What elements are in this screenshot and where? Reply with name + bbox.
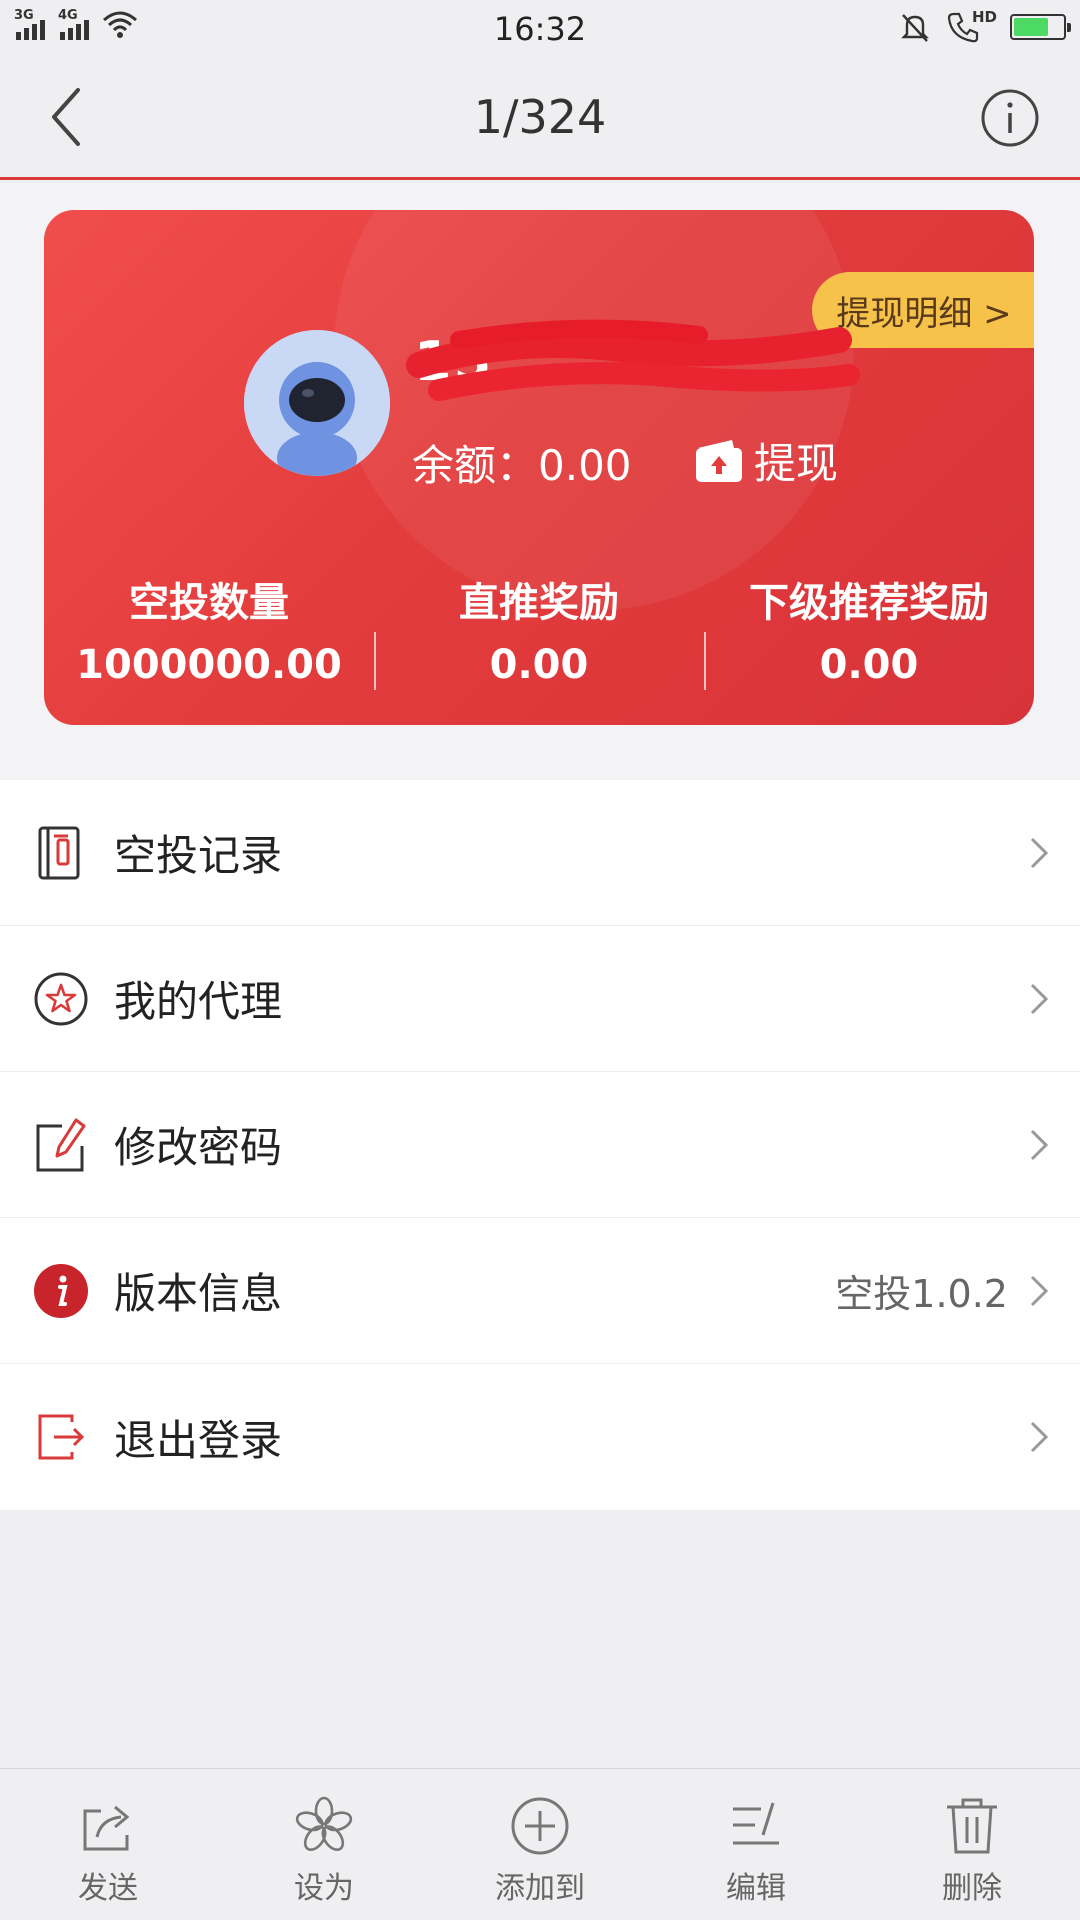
star-circle-icon	[34, 972, 88, 1025]
menu-item-logout[interactable]: 退出登录	[0, 1364, 1080, 1510]
toolbar-label: 添加到	[495, 1871, 585, 1906]
status-bar: 3G 4G 16:32 HD	[0, 0, 1080, 60]
hd-label: HD	[972, 8, 998, 26]
menu-label: 退出登录	[114, 1415, 283, 1465]
balance-text: 余额：0.00	[412, 441, 632, 490]
toolbar-send-button[interactable]: 发送	[0, 1769, 216, 1920]
toolbar-label: 删除	[942, 1871, 1002, 1906]
chevron-right-icon	[1030, 1421, 1049, 1453]
bottom-toolbar: 发送 设为 添加到 编辑 删除	[0, 1768, 1080, 1920]
info-icon[interactable]	[980, 88, 1040, 148]
stat-direct-reward: 直推奖励 0.00	[374, 570, 704, 690]
stat-label: 空投数量	[129, 580, 289, 626]
chevron-right-icon	[1030, 983, 1049, 1014]
menu-label: 我的代理	[114, 977, 283, 1026]
nav-bar: 1/324	[0, 60, 1080, 180]
stat-label: 下级推荐奖励	[749, 580, 989, 626]
info-circle-icon	[34, 1263, 88, 1318]
record-book-icon	[38, 826, 80, 879]
stat-value: 1000000.00	[76, 642, 342, 688]
menu-list: 空投记录 我的代理 修改密码 版本信息 空投1.0.2 退出登录	[0, 780, 1080, 1510]
stat-value: 0.00	[489, 642, 589, 688]
edit-pen-icon	[36, 1118, 86, 1171]
battery-icon	[1010, 14, 1071, 40]
menu-item-airdrop-records[interactable]: 空投记录	[0, 780, 1080, 926]
share-icon	[83, 1805, 130, 1851]
edit-lines-icon	[733, 1802, 779, 1845]
toolbar-add-to-button[interactable]: 添加到	[432, 1769, 648, 1920]
avatar	[244, 330, 390, 476]
stat-sub-reward: 下级推荐奖励 0.00	[704, 570, 1034, 690]
flower-icon	[295, 1796, 353, 1851]
chevron-right-icon	[1030, 837, 1049, 868]
menu-label: 修改密码	[114, 1123, 283, 1172]
chevron-right-icon	[1030, 1129, 1049, 1160]
menu-item-change-password[interactable]: 修改密码	[0, 1072, 1080, 1218]
trash-icon	[947, 1798, 997, 1854]
menu-label: 空投记录	[114, 831, 283, 880]
toolbar-delete-button[interactable]: 删除	[864, 1769, 1080, 1920]
stat-value: 0.00	[819, 642, 919, 688]
toolbar-label: 设为	[294, 1871, 354, 1906]
wallet-upload-icon	[696, 439, 742, 482]
withdraw-label: 提现	[754, 439, 839, 488]
menu-label: 版本信息	[114, 1269, 283, 1318]
hd-call-icon: HD	[946, 8, 998, 44]
withdraw-button[interactable]: 提现	[694, 430, 838, 491]
bell-muted-icon	[901, 14, 929, 42]
toolbar-set-as-button[interactable]: 设为	[216, 1769, 432, 1920]
toolbar-label: 发送	[78, 1871, 138, 1906]
menu-item-my-agents[interactable]: 我的代理	[0, 926, 1080, 1072]
astronaut-avatar-icon	[244, 330, 390, 476]
plus-circle-icon	[511, 1797, 569, 1855]
redaction-scribble	[406, 319, 860, 401]
toolbar-label: 编辑	[726, 1871, 786, 1906]
stats-row: 空投数量 1000000.00 直推奖励 0.00 下级推荐奖励 0.00	[44, 570, 1034, 690]
logout-icon	[38, 1414, 85, 1460]
account-card: 提现明细 > 15 余额：0.00 提现 空投数量 1000000.00 直推奖…	[44, 210, 1034, 725]
version-value: 空投1.0.2	[835, 1272, 1008, 1316]
stat-airdrop: 空投数量 1000000.00	[44, 570, 374, 690]
stat-label: 直推奖励	[459, 580, 619, 626]
page-counter: 1/324	[473, 90, 607, 144]
menu-item-version-info[interactable]: 版本信息 空投1.0.2	[0, 1218, 1080, 1364]
toolbar-edit-button[interactable]: 编辑	[648, 1769, 864, 1920]
chevron-right-icon	[1030, 1275, 1049, 1306]
